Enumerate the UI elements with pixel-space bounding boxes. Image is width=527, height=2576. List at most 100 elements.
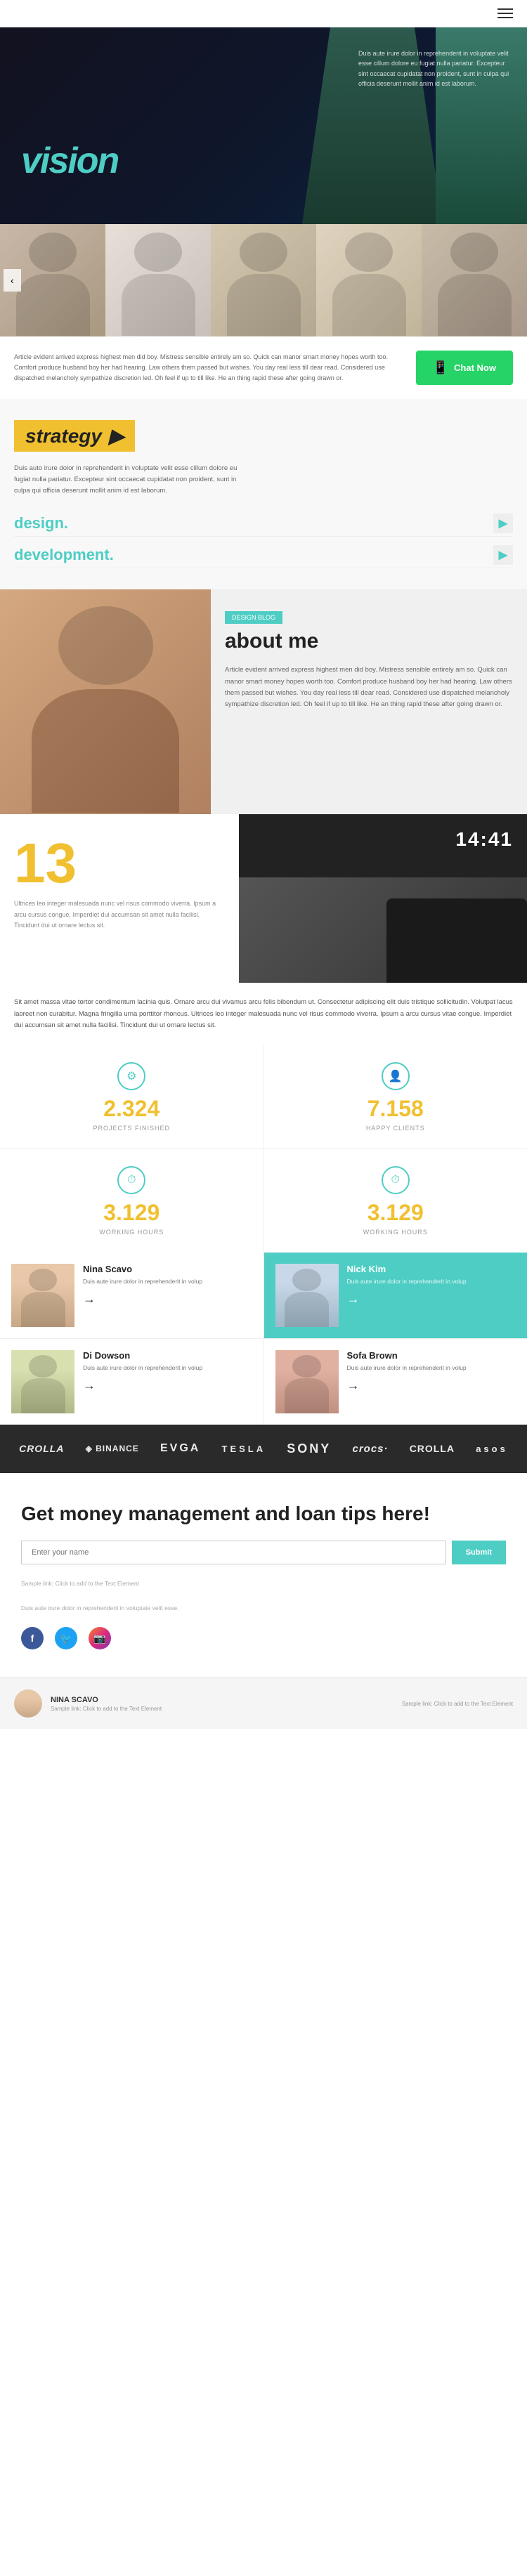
strategy-arrow-icon: ▶ (109, 424, 124, 447)
hero-description: Duis aute irure dolor in reprehenderit i… (358, 48, 513, 89)
stats-section: 13 Ultrices leo integer malesuada nunc v… (0, 814, 527, 1252)
stat-label-3: WORKING HOURS (281, 1229, 511, 1236)
strategy-description: Duis auto irure dolor in reprehenderit i… (14, 463, 253, 497)
stat-label-0: PROJECTS FINISHED (17, 1125, 247, 1132)
social-bar: f 🐦 📷 (21, 1627, 506, 1649)
footer-name: NINA SCAVO (51, 1696, 162, 1704)
twitter-icon[interactable]: 🐦 (55, 1627, 77, 1649)
newsletter-footer-desc: Duis aute irure dolor in reprehenderit i… (21, 1603, 506, 1613)
team-name-0: Nina Scavo (83, 1264, 252, 1274)
stats-left-panel: 13 Ultrices leo integer malesuada nunc v… (0, 814, 239, 983)
newsletter-input[interactable] (21, 1541, 446, 1564)
footer-avatar (14, 1689, 42, 1718)
about-badge: DESIGN BLOG (225, 611, 282, 624)
team-name-1: Nick Kim (347, 1264, 516, 1274)
footer-sample-text: Sample link: Click to add to the Text El… (402, 1701, 513, 1707)
team-info-0: Nina Scavo Duis aute irure dolor in repr… (83, 1264, 252, 1327)
stats-grid: ⚙ 2.324 PROJECTS FINISHED 👤 7.158 HAPPY … (0, 1045, 527, 1253)
newsletter-footer-text: Sample link: Click to add to the Text El… (21, 1578, 506, 1588)
team-photo-4 (316, 224, 422, 336)
clock-display: 14:41 (455, 828, 513, 851)
hero-title: vision (21, 140, 118, 182)
development-arrow-icon: ▶ (493, 545, 513, 565)
clients-icon: 👤 (382, 1062, 410, 1090)
stat-number-0: 2.324 (17, 1096, 247, 1122)
header (0, 0, 527, 27)
team-card-0: Nina Scavo Duis aute irure dolor in repr… (0, 1253, 264, 1338)
brands-grid: CROLLA ◈ BINANCE EVGA TESLA SONY crocs· … (14, 1441, 513, 1456)
team-info-2: Di Dowson Duis aute irure dolor in repre… (83, 1350, 252, 1413)
stat-card-1: 👤 7.158 HAPPY CLIENTS (264, 1045, 527, 1149)
chat-now-button[interactable]: 📱 Chat Now (416, 351, 513, 385)
team-grid-section: Nina Scavo Duis aute irure dolor in repr… (0, 1253, 527, 1425)
strategy-design-link[interactable]: design. ▶ (14, 511, 513, 537)
team-desc-3: Duis aute irure dolor in reprehenderit i… (347, 1364, 516, 1373)
brand-sony: SONY (287, 1441, 331, 1456)
about-content: DESIGN BLOG about me Article evident arr… (211, 589, 527, 814)
team-card-2: Di Dowson Duis aute irure dolor in repre… (0, 1339, 264, 1425)
brand-crolla-2: CROLLA (410, 1443, 455, 1454)
team-info-1: Nick Kim Duis aute irure dolor in repreh… (347, 1264, 516, 1327)
team-card-1: Nick Kim Duis aute irure dolor in repreh… (264, 1253, 527, 1338)
team-photo-2 (105, 224, 211, 336)
team-arrow-3[interactable]: → (347, 1378, 360, 1393)
team-photo-5 (422, 224, 527, 336)
brands-section: CROLLA ◈ BINANCE EVGA TESLA SONY crocs· … (0, 1425, 527, 1473)
stat-card-3: ⏱ 3.129 WORKING HOURS (264, 1149, 527, 1253)
team-photos-section: ‹ (0, 224, 527, 336)
newsletter-submit-button[interactable]: Submit (452, 1541, 506, 1564)
footer-right: Sample link: Click to add to the Text El… (402, 1701, 513, 1707)
about-title: about me (225, 629, 513, 653)
strategy-links: design. ▶ development. ▶ (14, 511, 513, 568)
stats-bottom-text: Sit amet massa vitae tortor condimentum … (0, 983, 527, 1045)
carousel-prev-button[interactable]: ‹ (4, 269, 21, 292)
team-name-3: Sofa Brown (347, 1350, 516, 1361)
newsletter-form: Submit (21, 1541, 506, 1564)
strategy-development-link[interactable]: development. ▶ (14, 542, 513, 568)
chat-section: Article evident arrived express highest … (0, 336, 527, 399)
footer-tagline: Sample link: Click to add to the Text El… (51, 1706, 162, 1712)
design-arrow-icon: ▶ (493, 514, 513, 533)
stats-right-panel: 14:41 (239, 814, 527, 983)
team-name-2: Di Dowson (83, 1350, 252, 1361)
brand-evga: EVGA (160, 1442, 200, 1455)
about-description: Article evident arrived express highest … (225, 665, 513, 710)
hamburger-menu[interactable] (497, 8, 513, 18)
about-person-image (0, 589, 211, 814)
stat-number-3: 3.129 (281, 1200, 511, 1226)
chat-article-text: Article evident arrived express highest … (14, 352, 402, 384)
team-card-3: Sofa Brown Duis aute irure dolor in repr… (264, 1339, 527, 1425)
brand-binance: ◈ BINANCE (86, 1444, 139, 1453)
stats-big-number: 13 (14, 835, 225, 891)
stat-number-1: 7.158 (281, 1096, 511, 1122)
team-photo-3 (211, 224, 316, 336)
newsletter-title: Get money management and loan tips here! (21, 1501, 506, 1526)
team-info-3: Sofa Brown Duis aute irure dolor in repr… (347, 1350, 516, 1413)
about-section: DESIGN BLOG about me Article evident arr… (0, 589, 527, 814)
stat-card-2: ⏱ 3.129 WORKING HOURS (0, 1149, 264, 1253)
hours-icon: ⏱ (117, 1166, 145, 1194)
hours-icon-2: ⏱ (382, 1166, 410, 1194)
projects-icon: ⚙ (117, 1062, 145, 1090)
brand-tesla: TESLA (222, 1444, 266, 1454)
laptop-visual (386, 898, 527, 983)
brand-asos: asos (476, 1444, 508, 1454)
team-avatar-1 (275, 1264, 339, 1327)
brand-crocs: crocs· (352, 1443, 388, 1455)
hero-section: vision Duis aute irure dolor in reprehen… (0, 27, 527, 224)
team-arrow-2[interactable]: → (83, 1378, 96, 1393)
team-arrow-0[interactable]: → (83, 1292, 96, 1307)
team-avatar-2 (11, 1350, 74, 1413)
team-desc-2: Duis aute irure dolor in reprehenderit i… (83, 1364, 252, 1373)
brand-crolla-1: CROLLA (19, 1443, 64, 1454)
stat-label-2: WORKING HOURS (17, 1229, 247, 1236)
instagram-icon[interactable]: 📷 (89, 1627, 111, 1649)
strategy-label: strategy ▶ (14, 420, 135, 452)
team-arrow-1[interactable]: → (347, 1292, 360, 1307)
stat-label-1: HAPPY CLIENTS (281, 1125, 511, 1132)
newsletter-section: Get money management and loan tips here!… (0, 1473, 527, 1678)
facebook-icon[interactable]: f (21, 1627, 44, 1649)
stat-number-2: 3.129 (17, 1200, 247, 1226)
strategy-section: strategy ▶ Duis auto irure dolor in repr… (0, 399, 527, 589)
whatsapp-icon: 📱 (433, 360, 448, 375)
